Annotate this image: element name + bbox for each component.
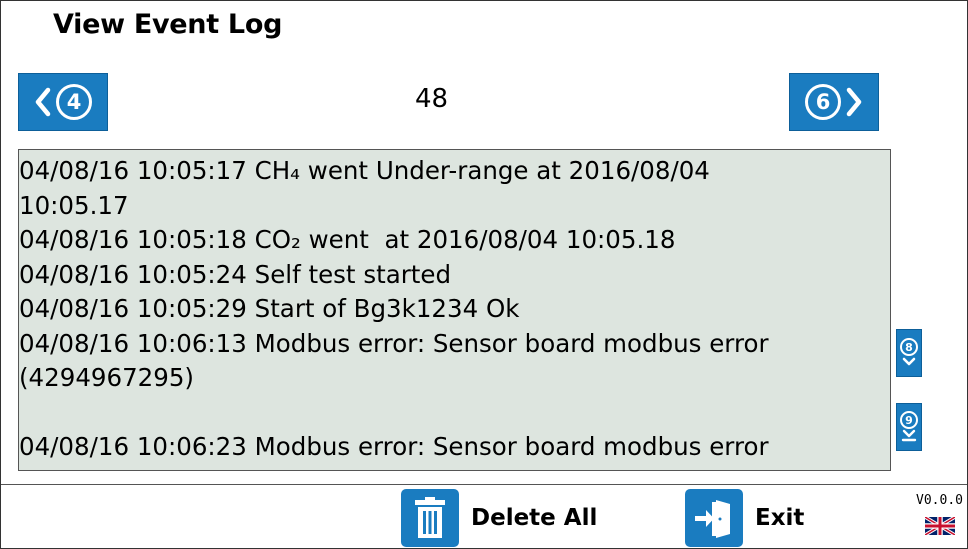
page-number: 48 [415, 84, 449, 114]
scroll-down-button[interactable]: 8 [896, 329, 922, 377]
uk-flag-icon[interactable] [925, 517, 955, 535]
delete-all-button[interactable]: Delete All [401, 489, 597, 547]
prev-shortcut-number: 4 [56, 84, 92, 120]
footer-divider [1, 484, 967, 485]
exit-button[interactable]: Exit [685, 489, 804, 547]
event-log-list[interactable]: 04/08/16 10:05:17 CH₄ went Under-range a… [18, 149, 891, 471]
previous-page-button[interactable]: 4 [18, 73, 108, 131]
scroll-bottom-shortcut-number: 9 [900, 411, 918, 429]
delete-all-label: Delete All [471, 505, 598, 531]
page-title: View Event Log [53, 9, 283, 40]
delete-icon-tile [401, 489, 459, 547]
log-line: 04/08/16 10:06:23 Modbus error: Sensor b… [19, 432, 769, 461]
chevron-left-icon [35, 87, 51, 117]
trash-icon [415, 497, 445, 538]
exit-label: Exit [755, 505, 805, 531]
log-line: 04/08/16 10:05:18 CO₂ went at 2016/08/04… [19, 225, 676, 254]
log-line: 04/08/16 10:05:24 Self test started [19, 259, 452, 289]
scroll-down-shortcut-number: 8 [900, 338, 918, 356]
scroll-to-bottom-button[interactable]: 9 [896, 403, 922, 451]
version-label: V0.0.0 [916, 493, 963, 508]
next-shortcut-number: 6 [805, 84, 841, 120]
exit-icon-tile [685, 489, 743, 547]
chevron-right-icon [846, 87, 862, 117]
event-log-screen: View Event Log 4 48 6 04/08/16 10:05:17 … [0, 0, 968, 549]
log-line: 04/08/16 10:06:13 Modbus error: Sensor b… [19, 328, 769, 358]
chevron-down-icon [902, 357, 916, 366]
log-line: 04/08/16 10:05:17 CH₄ went Under-range a… [19, 156, 710, 185]
next-page-button[interactable]: 6 [789, 73, 879, 131]
scroll-to-bottom-icon [901, 429, 917, 442]
log-line: 10:05.17 [19, 190, 129, 220]
log-line: (4294967295) [19, 363, 194, 392]
log-line: 04/08/16 10:05:29 Start of Bg3k1234 Ok [19, 294, 520, 323]
exit-door-icon [695, 500, 730, 538]
